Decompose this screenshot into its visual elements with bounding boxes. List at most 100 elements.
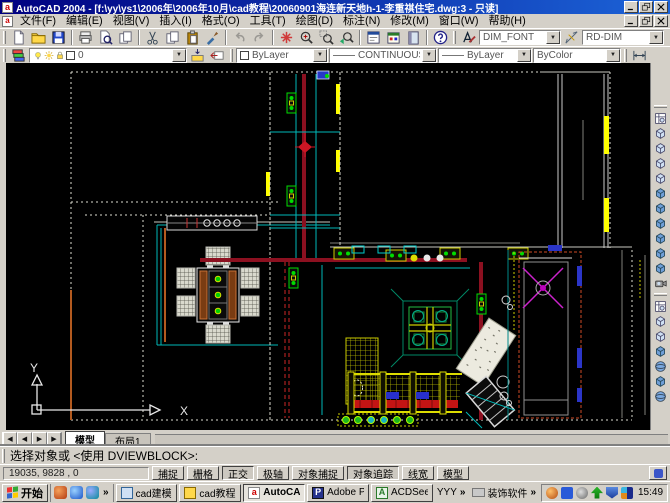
- properties-button[interactable]: [364, 30, 383, 46]
- dim-style-combo[interactable]: RD-DIM ▼: [582, 30, 664, 45]
- camera-button[interactable]: [652, 276, 669, 291]
- 3d-wireframe-button[interactable]: [652, 314, 669, 329]
- layer-combo[interactable]: 0 ▼: [29, 48, 187, 63]
- coordinate-readout[interactable]: 19035, 9828 , 0: [3, 467, 149, 480]
- doc-restore-button[interactable]: [639, 15, 653, 27]
- gouraud-shaded-button[interactable]: [652, 359, 669, 374]
- ceiling-fan-symbol[interactable]: [523, 268, 563, 308]
- minimize-button[interactable]: [624, 1, 638, 13]
- command-line[interactable]: 选择对象或 <使用 DVIEWBLOCK>:: [0, 446, 670, 464]
- bottom-view-button[interactable]: [652, 141, 669, 156]
- layer-manager-button[interactable]: [9, 47, 28, 63]
- left-view-button[interactable]: [652, 156, 669, 171]
- doc-close-button[interactable]: [654, 15, 668, 27]
- toggle-otrack[interactable]: 对象追踪: [347, 466, 399, 480]
- make-object-layer-current-button[interactable]: [188, 47, 207, 63]
- dropdown-arrow-icon[interactable]: ▼: [649, 31, 663, 44]
- next-tab-button[interactable]: ▶: [32, 432, 47, 445]
- design-center-button[interactable]: [384, 30, 403, 46]
- front-view-button[interactable]: [652, 186, 669, 201]
- menu-modify[interactable]: 修改(M): [385, 14, 434, 28]
- redo-button[interactable]: [250, 30, 269, 46]
- cut-button[interactable]: [143, 30, 162, 46]
- tray-colour-icon[interactable]: [621, 487, 633, 499]
- taskbar-toolbar-yyy[interactable]: YYY »: [435, 487, 469, 498]
- layer-freeze-sun-icon[interactable]: [44, 50, 54, 61]
- menu-draw[interactable]: 绘图(D): [291, 14, 338, 28]
- pan-realtime-button[interactable]: [277, 30, 296, 46]
- dropdown-arrow-icon[interactable]: ▼: [172, 49, 186, 62]
- zoom-realtime-button[interactable]: [297, 30, 316, 46]
- se-isometric-button[interactable]: [652, 231, 669, 246]
- publish-button[interactable]: [116, 30, 135, 46]
- paste-button[interactable]: [183, 30, 202, 46]
- menu-dimension[interactable]: 标注(N): [338, 14, 385, 28]
- toolbar-grip[interactable]: [453, 31, 456, 44]
- dropdown-arrow-icon[interactable]: ▼: [606, 49, 620, 62]
- menu-format[interactable]: 格式(O): [197, 14, 245, 28]
- dropdown-arrow-icon[interactable]: ▼: [313, 49, 327, 62]
- new-button[interactable]: [9, 30, 28, 46]
- tab-model[interactable]: 模型: [65, 431, 105, 446]
- named-views-button[interactable]: [652, 111, 669, 126]
- balcony-railing[interactable]: [348, 372, 462, 414]
- dining-table[interactable]: [197, 263, 239, 327]
- quick-launch-chevron[interactable]: »: [102, 487, 110, 498]
- color-combo[interactable]: ByLayer ▼: [236, 48, 328, 63]
- 2d-wireframe-button[interactable]: [652, 299, 669, 314]
- last-tab-button[interactable]: ▶: [47, 432, 62, 445]
- yellow-tag[interactable]: [386, 250, 406, 261]
- dim-style-button[interactable]: [562, 30, 581, 46]
- plot-button[interactable]: [76, 30, 95, 46]
- yellow-tag[interactable]: [508, 248, 528, 259]
- copy-button[interactable]: [163, 30, 182, 46]
- print-preview-button[interactable]: [96, 30, 115, 46]
- menu-file[interactable]: 文件(F): [15, 14, 61, 28]
- toolbar-grip[interactable]: [3, 31, 6, 44]
- task-cad-tutorial-folder[interactable]: cad教程: [179, 484, 241, 502]
- layer-previous-button[interactable]: [208, 47, 227, 63]
- tray-green-arrow-icon[interactable]: [591, 487, 603, 499]
- sideboard[interactable]: [167, 216, 257, 230]
- menu-window[interactable]: 窗口(W): [434, 14, 484, 28]
- green-tag[interactable]: [289, 268, 298, 288]
- layer-on-bulb-icon[interactable]: [33, 50, 43, 61]
- bedroom[interactable]: [519, 245, 582, 418]
- text-style-combo[interactable]: DIM_FONT ▼: [479, 30, 561, 45]
- tray-gray-icon[interactable]: [576, 487, 588, 499]
- green-tag[interactable]: [287, 93, 296, 113]
- hidden-button[interactable]: [652, 329, 669, 344]
- close-button[interactable]: [654, 1, 668, 13]
- menu-tools[interactable]: 工具(T): [245, 14, 291, 28]
- toggle-lineweight[interactable]: 线宽: [402, 466, 434, 480]
- back-view-button[interactable]: [652, 201, 669, 216]
- match-properties-button[interactable]: [203, 30, 222, 46]
- task-cad-modeling-tutorial[interactable]: cad建模教程...: [116, 484, 178, 502]
- dropdown-arrow-icon[interactable]: ▼: [422, 49, 436, 62]
- flat-shaded-button[interactable]: [652, 344, 669, 359]
- zoom-previous-button[interactable]: [337, 30, 356, 46]
- toolbar-chevron[interactable]: »: [529, 487, 537, 498]
- flat-shaded-edges-button[interactable]: [652, 374, 669, 389]
- menu-help[interactable]: 帮助(H): [484, 14, 531, 28]
- quick-launch-icon-2[interactable]: [70, 486, 83, 499]
- task-acdsee[interactable]: A ACDSee v3.1...: [371, 484, 433, 502]
- toggle-grid[interactable]: 栅格: [187, 466, 219, 480]
- red-diamond-symbol[interactable]: [295, 133, 315, 157]
- toggle-snap[interactable]: 捕捉: [152, 466, 184, 480]
- help-button[interactable]: [431, 30, 450, 46]
- toggle-ortho[interactable]: 正交: [222, 466, 254, 480]
- tray-orange-icon[interactable]: [546, 487, 558, 499]
- menu-insert[interactable]: 插入(I): [154, 14, 196, 28]
- sw-isometric-button[interactable]: [652, 216, 669, 231]
- toggle-polar[interactable]: 极轴: [257, 466, 289, 480]
- gouraud-shaded-edges-button[interactable]: [652, 389, 669, 404]
- tab-layout1[interactable]: 布局1: [105, 433, 151, 446]
- tray-shield-icon[interactable]: [606, 487, 618, 499]
- yellow-tag[interactable]: [334, 248, 354, 259]
- tray-messenger-icon[interactable]: [561, 487, 573, 499]
- task-autocad[interactable]: a AutoCAD 200...: [243, 484, 305, 502]
- toolbar-grip[interactable]: [654, 105, 667, 108]
- quick-launch-icon-1[interactable]: [54, 486, 67, 499]
- toggle-osnap[interactable]: 对象捕捉: [292, 466, 344, 480]
